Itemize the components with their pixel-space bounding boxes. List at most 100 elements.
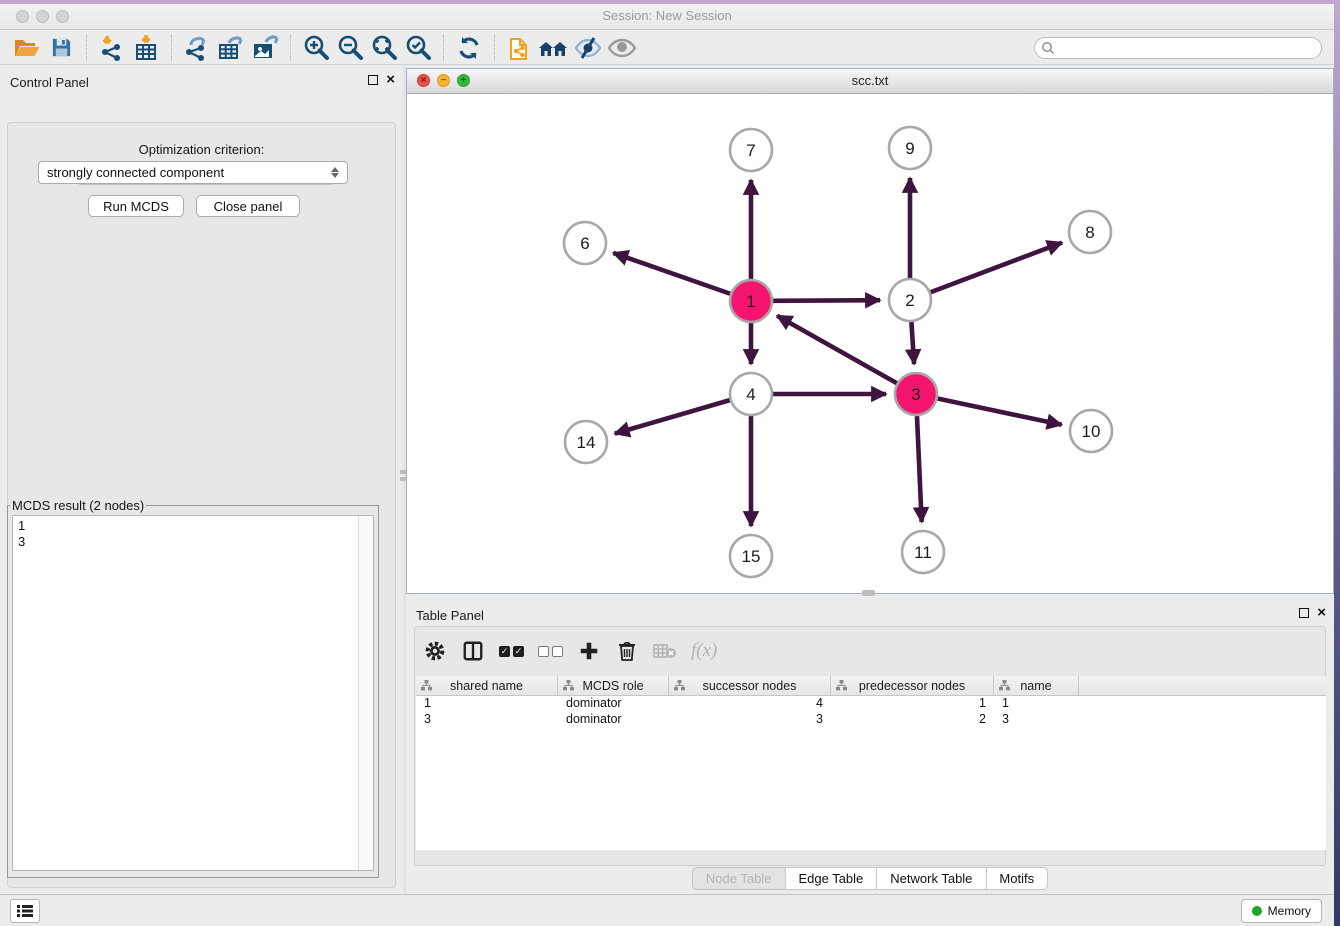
zoom-in-icon[interactable]: [299, 33, 333, 63]
table-tab-edge-table[interactable]: Edge Table: [785, 867, 877, 890]
table-header-row: shared nameMCDS rolesuccessor nodesprede…: [416, 676, 1326, 696]
deselect-all-rows-icon[interactable]: [538, 637, 563, 665]
graph-node-label-14: 14: [577, 433, 596, 452]
import-network-icon[interactable]: [95, 33, 129, 63]
table-tab-node-table[interactable]: Node Table: [692, 867, 786, 890]
column-visibility-icon[interactable]: [461, 637, 485, 665]
new-network-from-file-icon[interactable]: [503, 33, 537, 63]
search-field[interactable]: [1034, 37, 1322, 59]
graph-edge-1-2[interactable]: [773, 300, 880, 301]
toolbar-separator: [443, 35, 444, 61]
hierarchy-icon: [836, 680, 847, 691]
column-header-name[interactable]: name: [994, 676, 1079, 695]
memory-button[interactable]: Memory: [1241, 899, 1322, 923]
hierarchy-icon: [421, 680, 432, 691]
memory-label: Memory: [1268, 904, 1311, 918]
export-network-icon[interactable]: [180, 33, 214, 63]
horizontal-splitter-grip[interactable]: [862, 590, 875, 596]
graph-node-label-4: 4: [746, 385, 755, 404]
delete-table-icon: [653, 637, 677, 665]
add-column-plus-icon[interactable]: [577, 637, 601, 665]
hide-selected-eye-icon[interactable]: [571, 33, 605, 63]
graph-node-label-2: 2: [905, 291, 914, 310]
run-mcds-button[interactable]: Run MCDS: [88, 195, 184, 217]
close-panel-button[interactable]: Close panel: [196, 195, 300, 217]
toolbar-separator: [86, 35, 87, 61]
hierarchy-icon: [563, 680, 574, 691]
network-window-titlebar[interactable]: × − + scc.txt: [407, 69, 1333, 94]
graph-node-label-3: 3: [911, 385, 920, 404]
table-tab-motifs[interactable]: Motifs: [986, 867, 1048, 890]
control-panel-float-icon[interactable]: [368, 75, 378, 85]
criterion-value: strongly connected component: [47, 165, 224, 180]
zoom-out-icon[interactable]: [333, 33, 367, 63]
main-toolbar: [0, 31, 1334, 65]
graph-edge-1-6[interactable]: [613, 253, 730, 294]
zoom-selected-icon[interactable]: [401, 33, 435, 63]
table-row[interactable]: 3dominator323: [416, 712, 1326, 728]
table-panel-close-icon[interactable]: ×: [1317, 608, 1326, 618]
toolbar-separator: [290, 35, 291, 61]
import-table-icon[interactable]: [129, 33, 163, 63]
mcds-result-list: 1 3: [13, 516, 358, 870]
graph-edge-2-8[interactable]: [931, 243, 1062, 293]
graph-edge-2-3[interactable]: [911, 322, 914, 364]
graph-edge-3-1[interactable]: [777, 316, 897, 383]
function-builder-icon: f(x): [691, 637, 717, 665]
table-cell: 1: [416, 696, 558, 712]
mcds-result-scrollbar[interactable]: [358, 516, 373, 870]
graph-node-label-9: 9: [905, 139, 914, 158]
toolbar-separator: [171, 35, 172, 61]
export-image-icon[interactable]: [248, 33, 282, 63]
export-table-icon[interactable]: [214, 33, 248, 63]
graph-node-label-7: 7: [746, 141, 755, 160]
table-cell: dominator: [558, 712, 669, 728]
table-panel: Table Panel × ✓✓: [406, 599, 1334, 894]
select-all-rows-icon[interactable]: ✓✓: [499, 637, 524, 665]
table-settings-gear-icon[interactable]: [423, 637, 447, 665]
column-header-predecessor-nodes[interactable]: predecessor nodes: [831, 676, 994, 695]
show-all-eye-icon[interactable]: [605, 33, 639, 63]
graph-node-label-10: 10: [1082, 422, 1101, 441]
table-cell: 3: [416, 712, 558, 728]
refresh-view-icon[interactable]: [452, 33, 486, 63]
search-icon: [1041, 41, 1055, 55]
desktop: Session: New Session: [0, 0, 1340, 926]
task-history-button[interactable]: [10, 899, 40, 923]
graph-edge-3-10[interactable]: [938, 399, 1062, 425]
table-cell: 3: [669, 712, 831, 728]
network-graph: 7968124314101511: [407, 94, 1333, 593]
criterion-select[interactable]: strongly connected component: [38, 161, 348, 184]
zoom-fit-icon[interactable]: [367, 33, 401, 63]
column-header-MCDS-role[interactable]: MCDS role: [558, 676, 669, 695]
graph-node-label-11: 11: [914, 543, 932, 562]
graph-edge-4-14[interactable]: [615, 400, 730, 433]
table-cell: 3: [994, 712, 1079, 728]
status-bar: Memory: [0, 894, 1334, 926]
delete-column-trash-icon[interactable]: [615, 637, 639, 665]
table-tab-network-table[interactable]: Network Table: [877, 867, 986, 890]
memory-status-icon: [1252, 906, 1262, 916]
table-cell: 2: [831, 712, 994, 728]
column-header-successor-nodes[interactable]: successor nodes: [669, 676, 831, 695]
table-cell: 1: [994, 696, 1079, 712]
control-panel-close-icon[interactable]: ×: [386, 75, 395, 85]
open-session-icon[interactable]: [10, 33, 44, 63]
graph-edge-3-11[interactable]: [917, 416, 922, 522]
network-canvas[interactable]: 7968124314101511: [407, 94, 1333, 593]
column-header-shared-name[interactable]: shared name: [416, 676, 558, 695]
table-panel-float-icon[interactable]: [1299, 608, 1309, 618]
first-neighbors-icon[interactable]: [537, 33, 571, 63]
optimization-criterion-label: Optimization criterion:: [0, 142, 403, 157]
window-titlebar: Session: New Session: [0, 4, 1334, 30]
save-session-icon[interactable]: [44, 33, 78, 63]
control-panel: Control Panel × NetworkStyleSelectMCDS O…: [0, 66, 403, 894]
search-input[interactable]: [1055, 41, 1305, 55]
node-table: shared nameMCDS rolesuccessor nodesprede…: [416, 676, 1326, 850]
control-panel-title: Control Panel: [10, 75, 89, 90]
table-row[interactable]: 1dominator411: [416, 696, 1326, 712]
mcds-result-listbox[interactable]: 1 3: [12, 515, 374, 871]
mcds-result-title: MCDS result (2 nodes): [10, 498, 146, 513]
hierarchy-icon: [999, 680, 1010, 691]
table-toolbar: ✓✓ f(x): [423, 633, 717, 669]
